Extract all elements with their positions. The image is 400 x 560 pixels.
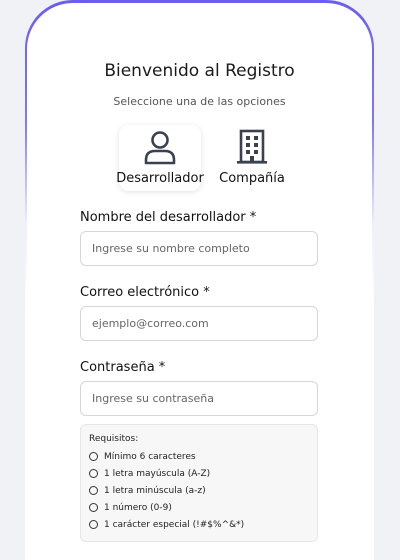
email-input[interactable] — [80, 306, 318, 341]
option-company-label: Compañía — [219, 171, 285, 186]
option-developer[interactable]: Desarrollador — [116, 125, 204, 191]
requirement-status-icon — [89, 503, 98, 512]
requirement-item: 1 número (0-9) — [89, 499, 309, 516]
option-developer-label: Desarrollador — [116, 171, 204, 186]
email-label: Correo electrónico * — [80, 285, 210, 300]
password-label: Contraseña * — [80, 360, 166, 375]
requirement-item: 1 carácter especial (!#$%^&*) — [89, 516, 309, 533]
user-icon — [144, 131, 176, 165]
option-company[interactable]: Compañía — [217, 125, 287, 191]
requirement-text: 1 letra mayúscula (A-Z) — [104, 468, 211, 479]
requirements-title: Requisitos: — [89, 434, 139, 444]
name-input[interactable] — [80, 231, 318, 266]
requirement-status-icon — [89, 486, 98, 495]
password-input[interactable] — [80, 381, 318, 416]
building-icon — [237, 129, 267, 164]
registration-card: Bienvenido al Registro Seleccione una de… — [25, 0, 374, 560]
requirement-item: 1 letra mayúscula (A-Z) — [89, 465, 309, 482]
requirement-item: Mínimo 6 caracteres — [89, 448, 309, 465]
password-requirements: Requisitos: Mínimo 6 caracteres 1 letra … — [80, 424, 318, 542]
requirement-status-icon — [89, 520, 98, 529]
requirement-text: Mínimo 6 caracteres — [104, 451, 196, 462]
requirement-status-icon — [89, 469, 98, 478]
requirement-text: 1 número (0-9) — [104, 502, 172, 513]
requirement-status-icon — [89, 452, 98, 461]
requirement-text: 1 carácter especial (!#$%^&*) — [104, 519, 245, 530]
registration-card-body: Bienvenido al Registro Seleccione una de… — [27, 3, 372, 560]
requirement-text: 1 letra minúscula (a-z) — [104, 485, 206, 496]
page-title: Bienvenido al Registro — [104, 61, 295, 81]
requirement-item: 1 letra minúscula (a-z) — [89, 482, 309, 499]
name-label: Nombre del desarrollador * — [80, 210, 257, 225]
page-subtitle: Seleccione una de las opciones — [113, 95, 286, 108]
